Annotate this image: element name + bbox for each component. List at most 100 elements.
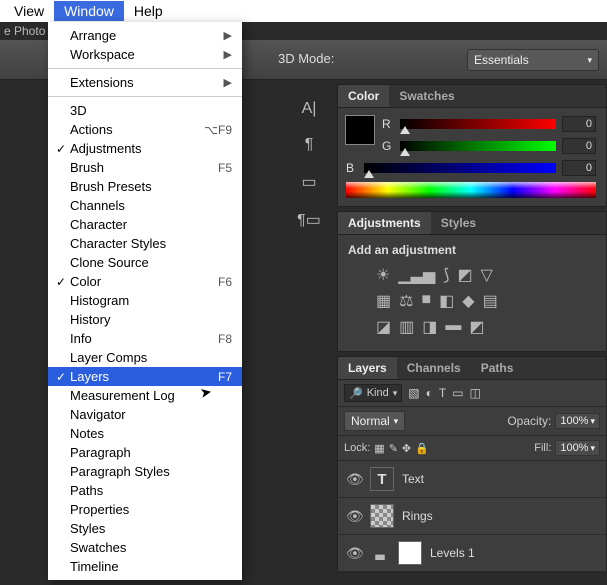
tab-layers[interactable]: Layers [338,357,397,379]
menu-item-character-styles[interactable]: Character Styles [48,234,242,253]
menu-item-measurement-log[interactable]: Measurement Log [48,386,242,405]
tab-adjustments[interactable]: Adjustments [338,212,431,234]
visibility-icon[interactable]: 👁 [346,508,362,525]
tab-swatches[interactable]: Swatches [389,85,464,107]
fill-label: Fill: [534,442,551,454]
blue-value[interactable]: 0 [562,160,596,176]
menu-item-notes[interactable]: Notes [48,424,242,443]
menu-item-brush[interactable]: BrushF5 [48,158,242,177]
visibility-icon[interactable]: 👁 [346,471,362,488]
curves-icon[interactable]: ⟆ [443,265,449,285]
character-panel-icon[interactable]: A| [302,100,317,118]
menu-item-label: Workspace [68,47,224,62]
vibrance-icon[interactable]: ▽ [481,265,493,285]
menu-item-timeline[interactable]: Timeline [48,557,242,576]
blend-mode-dropdown[interactable]: Normal ▾ [344,411,405,431]
menu-help[interactable]: Help [124,1,173,21]
photo-filter-icon[interactable]: ◧ [439,291,454,311]
menu-item-properties[interactable]: Properties [48,500,242,519]
menu-item-extensions[interactable]: Extensions▶ [48,73,242,92]
menu-item-color[interactable]: ✓ColorF6 [48,272,242,291]
opacity-label: Opacity: [507,414,551,428]
lock-all-icon[interactable]: 🔒 [415,442,429,455]
menu-item-actions[interactable]: Actions⌥F9 [48,120,242,139]
filter-adjust-icon[interactable]: ◐ [426,386,433,400]
menu-item-workspace[interactable]: Workspace▶ [48,45,242,64]
menu-item-swatches[interactable]: Swatches [48,538,242,557]
menu-item-arrange[interactable]: Arrange▶ [48,26,242,45]
workspace-dropdown[interactable]: Essentials ▾ [467,49,599,71]
paragraph-panel-icon[interactable]: ¶ [305,136,314,154]
color-spectrum[interactable] [346,182,596,198]
selective-color-icon[interactable]: ◩ [469,317,484,337]
menu-item-layer-comps[interactable]: Layer Comps [48,348,242,367]
posterize-icon[interactable]: ▥ [399,317,414,337]
opacity-field[interactable]: 100% ▾ [555,413,600,429]
bw-icon[interactable]: ■ [421,291,431,311]
menu-item-paths[interactable]: Paths [48,481,242,500]
menu-item-histogram[interactable]: Histogram [48,291,242,310]
menu-item-brush-presets[interactable]: Brush Presets [48,177,242,196]
right-panels: Color Swatches R 0 G 0 B 0 [337,84,607,577]
layer-name: Text [402,472,424,486]
menu-item-history[interactable]: History [48,310,242,329]
filter-smart-icon[interactable]: ◫ [470,386,481,400]
lock-pixels-icon[interactable]: ✎ [389,442,398,455]
hue-icon[interactable]: ▦ [376,291,391,311]
menu-accel: F6 [218,275,232,289]
brightness-icon[interactable]: ☀ [376,265,390,285]
red-slider[interactable] [400,119,556,129]
green-slider[interactable] [400,141,556,151]
filter-shape-icon[interactable]: ▭ [452,386,463,400]
lut-icon[interactable]: ▤ [483,291,498,311]
visibility-icon[interactable]: 👁 [346,545,362,562]
threshold-icon[interactable]: ◨ [422,317,437,337]
styles-panel-icon[interactable]: ▭ [301,172,316,192]
blend-mode-label: Normal [351,414,390,428]
cursor-icon: ➤ [199,383,214,402]
menu-item-label: Clone Source [68,255,232,270]
menu-item-paragraph-styles[interactable]: Paragraph Styles [48,462,242,481]
menu-item-layers[interactable]: ✓LayersF7 [48,367,242,386]
tab-color[interactable]: Color [338,85,389,107]
channel-mixer-icon[interactable]: ◆ [462,291,474,311]
menu-item-info[interactable]: InfoF8 [48,329,242,348]
gradient-map-icon[interactable]: ▬ [445,317,461,337]
submenu-arrow-icon: ▶ [224,29,232,42]
menu-item-character[interactable]: Character [48,215,242,234]
tab-styles[interactable]: Styles [431,212,486,234]
layer-filter-dropdown[interactable]: 🔎 Kind ▾ [344,384,402,402]
menu-item-paragraph[interactable]: Paragraph [48,443,242,462]
tab-channels[interactable]: Channels [397,357,471,379]
menu-item-styles[interactable]: Styles [48,519,242,538]
levels-icon[interactable]: ▁▃▅ [398,265,435,285]
filter-type-icon[interactable]: T [439,386,446,400]
layer-row[interactable]: 👁▃Levels 1 [338,535,606,572]
fill-field[interactable]: 100% ▾ [555,440,600,456]
menu-item-navigator[interactable]: Navigator [48,405,242,424]
menu-item-3d[interactable]: 3D [48,101,242,120]
invert-icon[interactable]: ◪ [376,317,391,337]
menu-item-channels[interactable]: Channels [48,196,242,215]
foreground-swatch[interactable] [346,116,374,144]
menu-item-adjustments[interactable]: ✓Adjustments [48,139,242,158]
menu-item-label: Navigator [68,407,232,422]
blue-slider[interactable] [364,163,556,173]
filter-pixel-icon[interactable]: ▧ [408,386,419,400]
layer-thumbnail [370,504,394,528]
chevron-down-icon: ▾ [393,388,398,399]
tab-paths[interactable]: Paths [471,357,524,379]
balance-icon[interactable]: ⚖ [399,291,413,311]
menu-item-label: Paths [68,483,232,498]
menu-window[interactable]: Window [54,1,124,21]
layer-row[interactable]: 👁Rings [338,498,606,535]
red-value[interactable]: 0 [562,116,596,132]
exposure-icon[interactable]: ◩ [458,265,473,285]
lock-transparency-icon[interactable]: ▦ [374,442,384,455]
layer-row[interactable]: 👁TText [338,461,606,498]
menu-item-clone-source[interactable]: Clone Source [48,253,242,272]
menu-view[interactable]: View [4,1,54,21]
green-value[interactable]: 0 [562,138,596,154]
paragraph-styles-panel-icon[interactable]: ¶▭ [297,210,321,230]
lock-position-icon[interactable]: ✥ [402,442,411,455]
